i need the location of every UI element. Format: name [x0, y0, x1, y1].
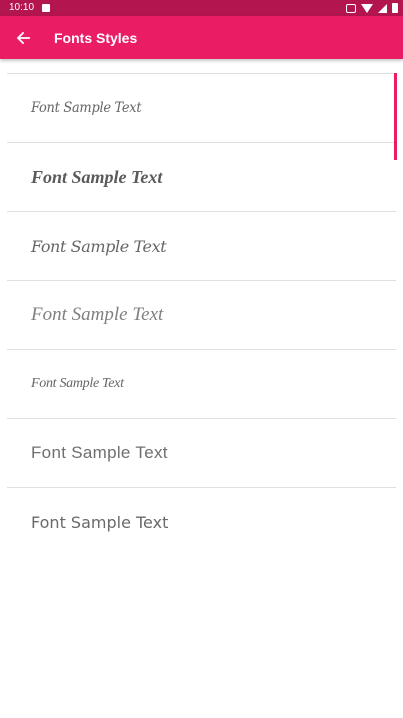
font-item[interactable]: Font Sample Text — [7, 280, 396, 349]
font-item[interactable]: Font Sample Text — [7, 418, 396, 487]
font-sample-label: Font Sample Text — [31, 304, 164, 325]
font-sample-label: Font Sample Text — [31, 100, 142, 116]
font-item[interactable]: Font Sample Text — [7, 73, 396, 142]
page-title: Fonts Styles — [54, 30, 138, 46]
font-item[interactable]: Font Sample Text — [7, 349, 396, 418]
notification-icon — [42, 4, 50, 12]
status-icons — [346, 3, 398, 13]
font-sample-label: Font Sample Text — [31, 443, 168, 462]
font-item[interactable]: Font Sample Text — [7, 211, 396, 280]
battery-icon — [392, 3, 398, 13]
app-bar: Fonts Styles — [0, 16, 403, 59]
font-item[interactable]: Font Sample Text — [7, 142, 396, 211]
font-sample-label: Font Sample Text — [31, 512, 169, 532]
vibrate-icon — [346, 3, 356, 13]
back-button[interactable] — [10, 25, 36, 51]
font-sample-label: Font Sample Text — [31, 236, 167, 256]
font-item[interactable]: Font Sample Text — [7, 487, 396, 556]
signal-icon — [378, 3, 387, 13]
status-time: 10:10 — [9, 2, 35, 13]
wifi-icon — [361, 3, 373, 13]
font-sample-label: Font Sample Text — [31, 376, 124, 391]
arrow-left-icon — [16, 31, 30, 45]
font-list: Font Sample Text Font Sample Text Font S… — [7, 73, 396, 556]
font-sample-label: Font Sample Text — [31, 166, 163, 187]
status-bar: 10:10 — [0, 0, 403, 16]
scrollbar[interactable] — [394, 73, 397, 160]
